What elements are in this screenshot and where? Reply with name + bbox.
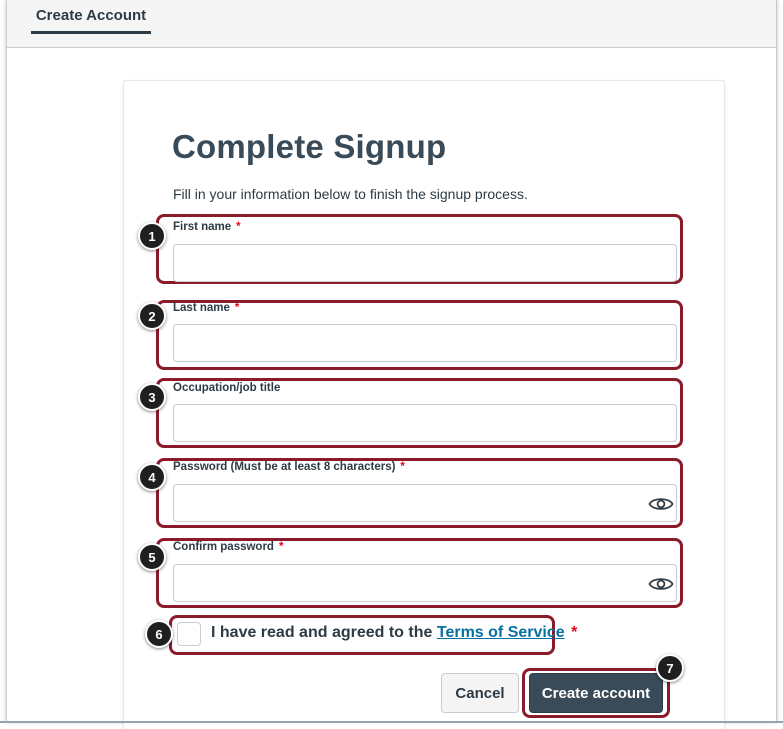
terms-of-service-link[interactable]: Terms of Service xyxy=(437,624,565,641)
callout-badge: 7 xyxy=(656,654,684,682)
required-marker: * xyxy=(278,541,284,553)
last-name-input[interactable] xyxy=(173,324,677,362)
confirm-password-label: Confirm password * xyxy=(173,541,284,553)
eye-icon[interactable] xyxy=(648,495,674,513)
callout-badge: 2 xyxy=(138,302,166,330)
create-account-button[interactable]: Create account xyxy=(529,673,663,713)
password-input[interactable] xyxy=(173,484,677,522)
required-marker: * xyxy=(236,221,241,233)
window-bottom-edge xyxy=(0,721,783,723)
callout-badge: 4 xyxy=(138,463,166,491)
terms-checkbox[interactable] xyxy=(177,622,201,646)
page-subtitle: Fill in your information below to finish… xyxy=(173,186,528,202)
terms-label: I have read and agreed to the Terms of S… xyxy=(211,624,578,641)
password-label: Password (Must be at least 8 characters)… xyxy=(173,461,405,473)
page-title: Complete Signup xyxy=(172,128,447,165)
callout-badge: 1 xyxy=(138,222,166,250)
eye-icon[interactable] xyxy=(648,575,674,593)
first-name-label: First name * xyxy=(173,221,241,233)
callout-badge: 6 xyxy=(145,620,173,648)
required-marker: * xyxy=(234,302,240,314)
occupation-label: Occupation/job title xyxy=(173,382,281,394)
last-name-label: Last name * xyxy=(173,302,240,314)
callout-badge: 3 xyxy=(138,383,166,411)
tab-create-account[interactable]: Create Account xyxy=(31,0,151,34)
cancel-button[interactable]: Cancel xyxy=(441,673,519,713)
first-name-input[interactable] xyxy=(173,244,677,282)
required-marker: * xyxy=(571,624,578,641)
required-marker: * xyxy=(400,461,405,473)
top-nav-bar: Create Account xyxy=(7,0,776,48)
confirm-password-input[interactable] xyxy=(173,564,677,602)
occupation-input[interactable] xyxy=(173,404,677,442)
callout-badge: 5 xyxy=(138,543,166,571)
